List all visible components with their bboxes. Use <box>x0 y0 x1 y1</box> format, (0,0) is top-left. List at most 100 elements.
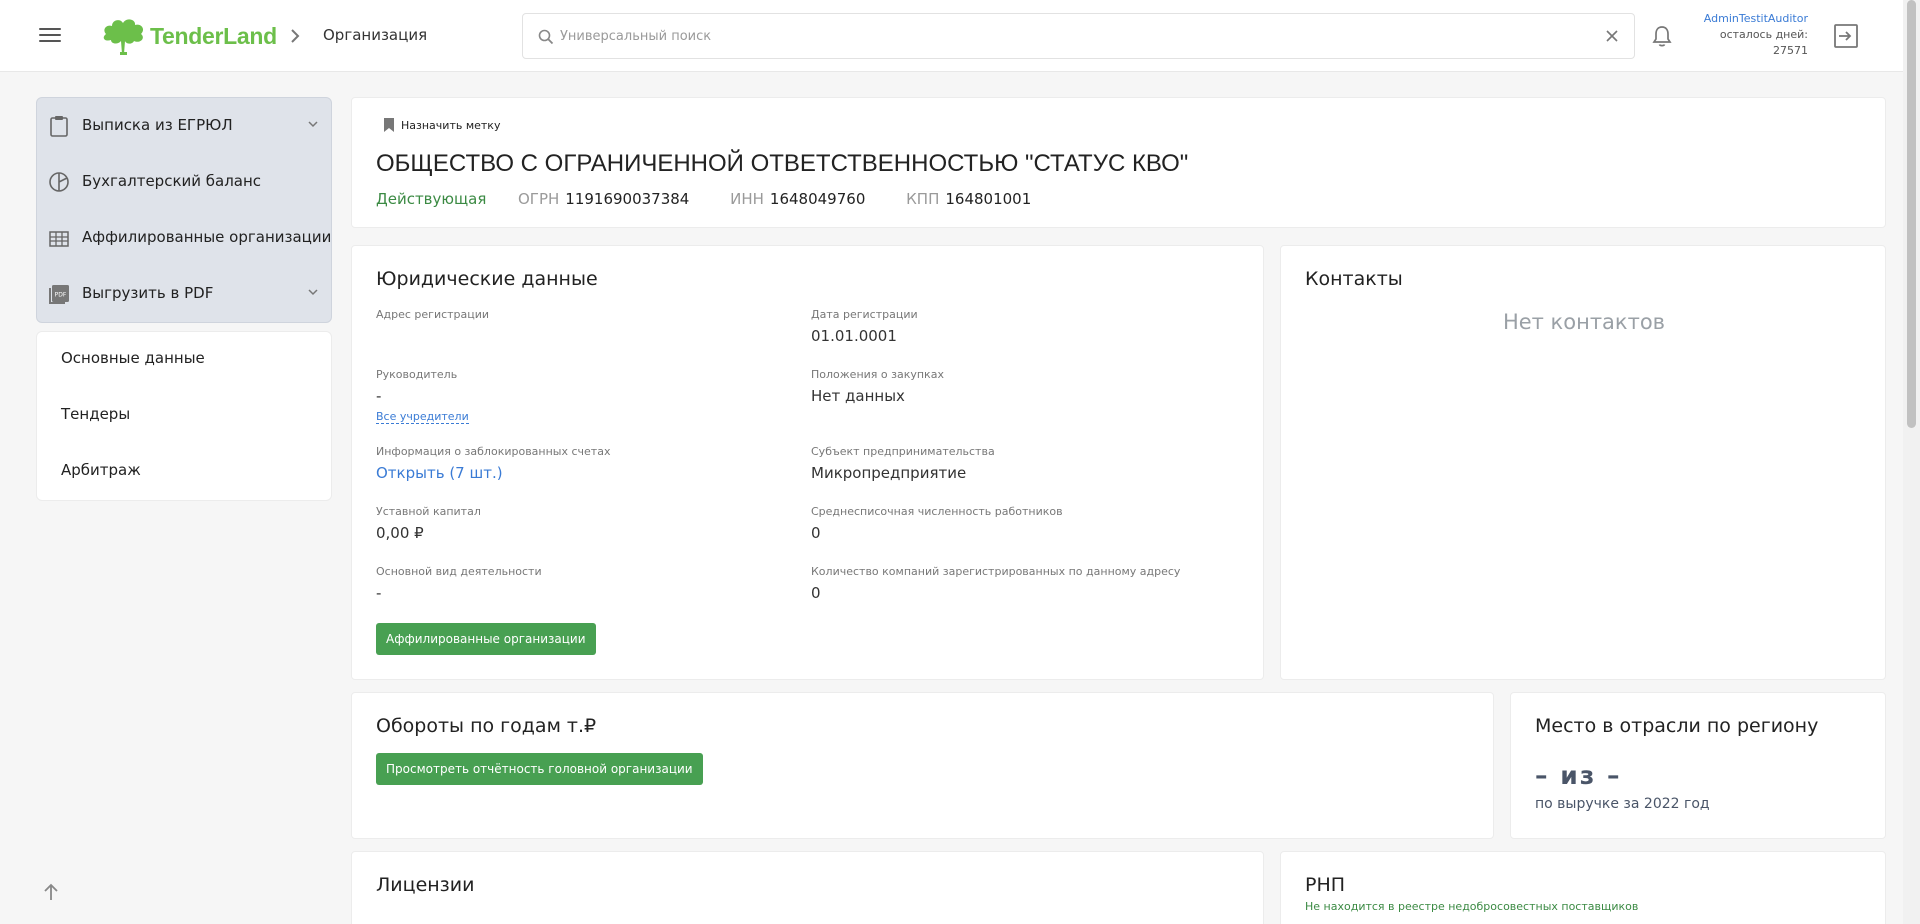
tree-logo-icon <box>103 19 144 55</box>
organization-header-card: Назначить метку ОБЩЕСТВО С ОГРАНИЧЕННОЙ … <box>351 97 1886 228</box>
sidebar-tool-affiliated[interactable]: Аффилированные организации <box>37 210 333 266</box>
sidebar-item-tenders[interactable]: Тендеры <box>61 405 130 423</box>
field-value: 0 <box>811 524 821 542</box>
field-address: Адрес регистрации <box>376 308 796 321</box>
section-title: Контакты <box>1305 268 1403 290</box>
field-value: 0,00 ₽ <box>376 524 424 542</box>
search-icon <box>538 29 554 45</box>
field-value: 0 <box>811 584 821 602</box>
requisites: ОГРН 1191690037384 ИНН 1648049760 КПП 16480… <box>518 190 1067 208</box>
days-left-label: осталось дней: <box>1719 28 1808 41</box>
section-title: Место в отрасли по региону <box>1535 715 1819 737</box>
rnp-card: РНП Не находится в реестре недобросовест… <box>1280 851 1886 924</box>
sidebar-tool-label: Выгрузить в PDF <box>82 284 214 302</box>
rank-value: – из – <box>1535 761 1622 790</box>
field-blocked-accounts: Информация о заблокированных счетах Откр… <box>376 445 796 482</box>
field-main-activity: Основной вид деятельности - <box>376 565 796 602</box>
field-label: Информация о заблокированных счетах <box>376 445 611 458</box>
chevron-down-icon[interactable] <box>307 120 319 128</box>
sidebar-tool-label: Бухгалтерский баланс <box>82 172 262 190</box>
section-title: Юридические данные <box>376 268 598 290</box>
field-capital: Уставной капитал 0,00 ₽ <box>376 505 796 542</box>
sidebar-tool-label: Аффилированные организации <box>82 228 332 246</box>
field-label: Субъект предпринимательства <box>811 445 995 458</box>
section-title: Обороты по годам т.₽ <box>376 715 597 737</box>
breadcrumb: Организация <box>323 26 428 44</box>
days-left-value: 27571 <box>1773 44 1808 57</box>
top-bar: TenderLand Организация AdminTestitAudito… <box>0 0 1920 72</box>
contacts-card: Контакты Нет контактов <box>1280 245 1886 680</box>
close-icon[interactable] <box>1604 28 1620 44</box>
sidebar-tool-label: Выписка из ЕГРЮЛ <box>82 116 233 134</box>
inn-value: 1648049760 <box>769 190 866 208</box>
field-reg-date: Дата регистрации 01.01.0001 <box>811 308 1231 345</box>
sidebar-tool-balance[interactable]: Бухгалтерский баланс <box>37 154 333 210</box>
ogrn-value: 1191690037384 <box>565 190 690 208</box>
field-label: Адрес регистрации <box>376 308 490 321</box>
user-info: AdminTestitAuditor осталось дней: 27571 <box>1640 11 1808 59</box>
status-badge: Действующая <box>376 190 487 208</box>
all-founders-link[interactable]: Все учредители <box>376 410 469 424</box>
field-label: Основной вид деятельности <box>376 565 542 578</box>
field-value: Микропредприятие <box>811 464 967 482</box>
sidebar-item-arbitration[interactable]: Арбитраж <box>61 461 141 479</box>
field-label: Положения о закупках <box>811 368 944 381</box>
section-title: Лицензии <box>376 874 475 896</box>
affiliated-organizations-button[interactable]: Аффилированные организации <box>376 623 596 655</box>
logo-text: TenderLand <box>150 22 277 49</box>
industry-rank-card: Место в отрасли по региону – из – по выр… <box>1510 692 1886 839</box>
global-search <box>522 13 1635 59</box>
open-blocked-accounts-link[interactable]: Открыть (7 шт.) <box>376 464 796 482</box>
field-employees: Среднесписочная численность работников 0 <box>811 505 1231 542</box>
pie-chart-icon <box>49 172 69 192</box>
bookmark-icon <box>384 118 394 132</box>
page-scrollbar[interactable] <box>1903 0 1920 924</box>
logo[interactable]: TenderLand <box>100 14 277 58</box>
view-head-org-reports-button[interactable]: Просмотреть отчётность головной организа… <box>376 753 703 785</box>
field-label: Дата регистрации <box>811 308 918 321</box>
scrollbar-thumb[interactable] <box>1907 0 1916 428</box>
ogrn-label: ОГРН <box>518 190 560 208</box>
field-label: Руководитель <box>376 368 458 381</box>
assign-tag-label: Назначить метку <box>401 118 501 132</box>
field-companies-at-address: Количество компаний зарегистрированных п… <box>811 565 1231 602</box>
field-label: Уставной капитал <box>376 505 481 518</box>
sidebar-tools: Выписка из ЕГРЮЛ Бухгалтерский баланс Аф… <box>36 97 332 323</box>
empty-state-text: Нет контактов <box>1502 310 1666 334</box>
field-procurement: Положения о закупках Нет данных <box>811 368 1231 405</box>
field-value: - <box>376 387 382 405</box>
rnp-status-text: Не находится в реестре недобросовестных … <box>1305 900 1639 913</box>
organization-name: ОБЩЕСТВО С ОГРАНИЧЕННОЙ ОТВЕТСТВЕННОСТЬЮ… <box>376 150 1189 177</box>
legal-data-card: Юридические данные Адрес регистрации Дат… <box>351 245 1264 680</box>
clipboard-icon <box>50 116 68 137</box>
pdf-icon: PDF <box>49 285 69 304</box>
building-icon <box>49 231 69 247</box>
user-name-link[interactable]: AdminTestitAuditor <box>1640 11 1808 27</box>
assign-tag-button[interactable]: Назначить метку <box>383 117 500 133</box>
search-input[interactable] <box>560 24 1560 48</box>
arrow-up-icon[interactable] <box>42 882 60 902</box>
inn-label: ИНН <box>730 190 764 208</box>
sidebar-nav: Основные данные Тендеры Арбитраж <box>36 331 332 501</box>
licenses-card: Лицензии <box>351 851 1264 924</box>
sidebar-tool-egrul[interactable]: Выписка из ЕГРЮЛ <box>37 98 333 154</box>
svg-text:PDF: PDF <box>55 292 67 299</box>
logout-icon[interactable] <box>1833 23 1859 49</box>
sidebar-item-main-data[interactable]: Основные данные <box>61 349 205 367</box>
chevron-down-icon[interactable] <box>307 288 319 296</box>
field-director: Руководитель - Все учредители <box>376 368 796 424</box>
field-value: Нет данных <box>811 387 905 405</box>
section-title: РНП <box>1305 874 1346 896</box>
field-label: Среднесписочная численность работников <box>811 505 1063 518</box>
turnover-card: Обороты по годам т.₽ Просмотреть отчётно… <box>351 692 1494 839</box>
rank-subtitle: по выручке за 2022 год <box>1535 796 1710 812</box>
field-label: Количество компаний зарегистрированных п… <box>811 565 1181 578</box>
kpp-label: КПП <box>906 190 940 208</box>
field-business-subject: Субъект предпринимательства Микропредпри… <box>811 445 1231 482</box>
hamburger-menu-icon[interactable] <box>38 24 62 48</box>
field-value: - <box>376 584 382 602</box>
field-value: 01.01.0001 <box>811 327 897 345</box>
kpp-value: 164801001 <box>945 190 1032 208</box>
sidebar-tool-pdf[interactable]: PDF Выгрузить в PDF <box>37 266 333 322</box>
chevron-right-icon <box>291 29 300 43</box>
